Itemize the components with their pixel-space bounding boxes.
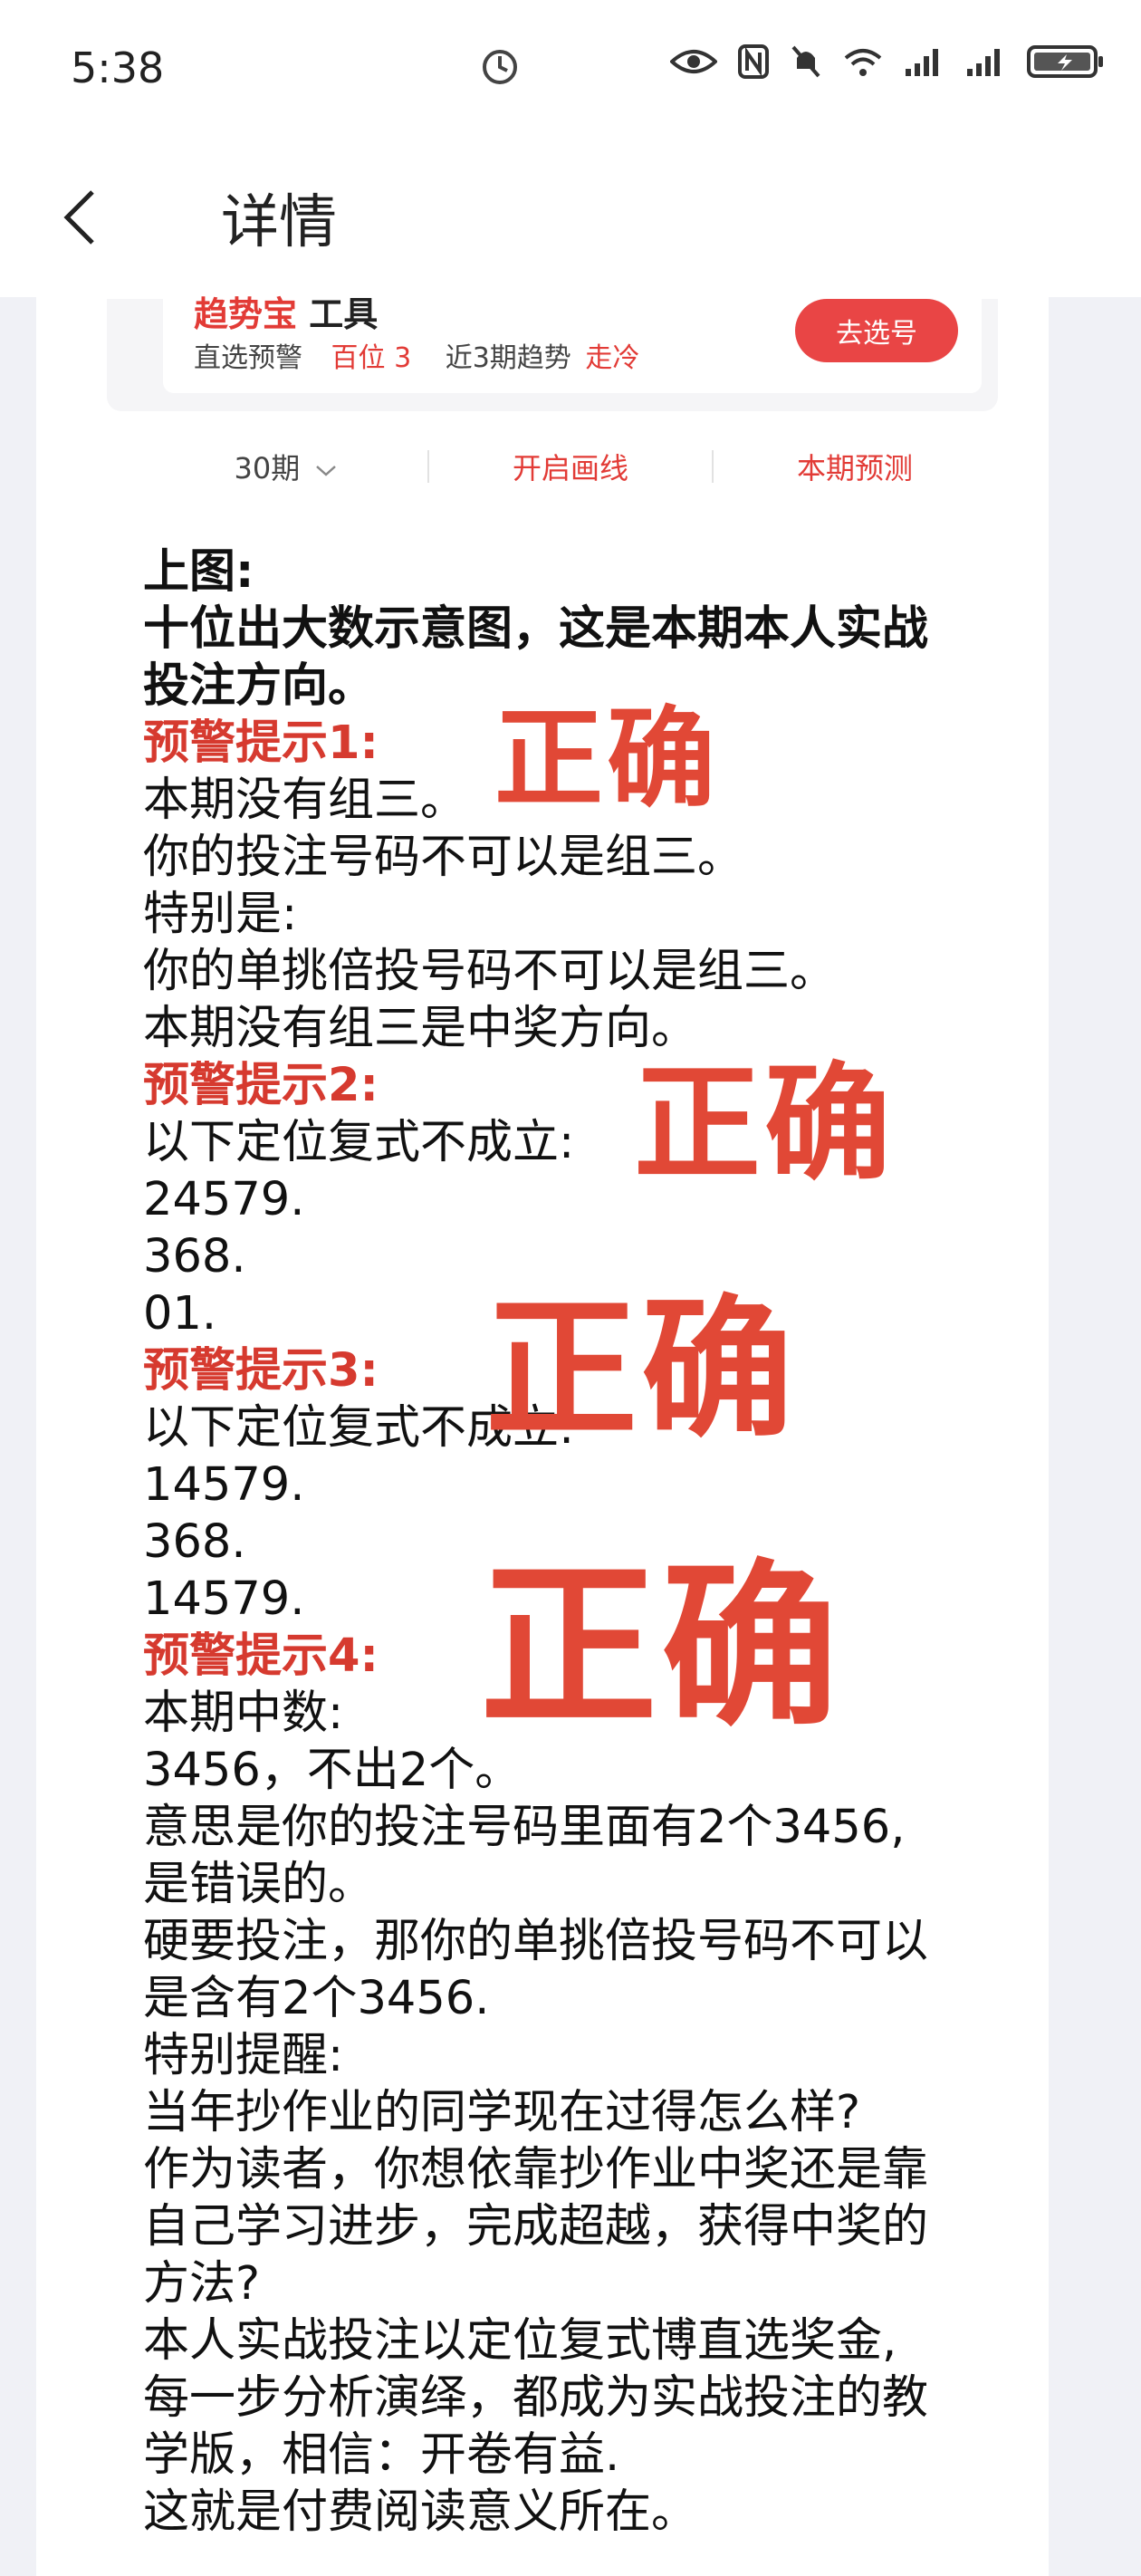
tab-bar: 30期 开启画线 本期预测 [145, 435, 996, 498]
tool-row-prefix: 直选预警 [194, 342, 302, 374]
signal-2-icon [967, 49, 1000, 76]
mute-bell-icon [791, 45, 820, 78]
select-number-button[interactable]: 去选号 [795, 299, 958, 362]
tool-card-row: 直选预警 百位 3 近3期趋势 走冷 [194, 335, 639, 375]
page-title: 详情 [221, 189, 337, 256]
tab-forecast[interactable]: 本期预测 [714, 446, 996, 487]
tool-title-brand: 趋势宝 [194, 294, 298, 334]
chevron-down-icon [316, 466, 337, 476]
tool-row-position: 百位 3 [331, 342, 412, 374]
article-line: 学版，相信：开卷有益. [143, 2428, 620, 2482]
correct-stamp-4: 正确 [480, 1544, 843, 1751]
article-line: 当年抄作业的同学现在过得怎么样? [143, 2086, 861, 2139]
article-line: 每一步分析演绎，都成为实战投注的教 [143, 2371, 929, 2425]
app-header: 详情 [0, 145, 1141, 299]
back-button[interactable] [43, 181, 116, 254]
data-saver-icon [483, 50, 517, 84]
right-gutter [1049, 297, 1141, 2576]
article-line: 自己学习进步，完成超越，获得中奖的 [143, 2200, 929, 2254]
article-line: 是错误的。 [143, 1858, 375, 1911]
status-icons [670, 43, 1105, 80]
battery-icon [1027, 45, 1103, 78]
wifi-icon [844, 49, 882, 76]
signal-1-icon [906, 49, 938, 76]
left-gutter [0, 297, 36, 2576]
tool-row-trend-label: 近3期趋势 [445, 342, 571, 374]
correct-stamp-2: 正确 [634, 1051, 896, 1198]
tab-period[interactable]: 30期 [145, 446, 427, 487]
tab-period-label: 30期 [234, 451, 301, 485]
article-line: 是含有2个3456. [143, 1972, 490, 2025]
article-line: 你的单挑倍投号码不可以是组三。 [143, 945, 837, 998]
article-line: 方法? [143, 2257, 261, 2311]
article-line: 特别提醒: [143, 2029, 344, 2082]
article-line: 这就是付费阅读意义所在。 [143, 2485, 698, 2539]
article-line: 十位出大数示意图，这是本期本人实战 [143, 602, 929, 656]
back-arrow-icon [63, 190, 94, 245]
tool-card-title: 趋势宝 工具 [194, 286, 378, 336]
correct-stamp-1: 正确 [494, 697, 719, 822]
article-line: 上图: [143, 545, 254, 599]
article-line: 作为读者，你想依靠抄作业中奖还是靠 [143, 2143, 929, 2196]
article-line: 意思是你的投注号码里面有2个3456, [143, 1801, 906, 1854]
tool-title-suffix: 工具 [297, 294, 379, 334]
eye-icon [670, 50, 717, 73]
status-bar: 5:38 [0, 0, 1141, 145]
tool-row-trend-value: 走冷 [585, 342, 640, 374]
article-line: 特别是: [143, 888, 298, 941]
article-line: 本人实战投注以定位复式博直选奖金, [143, 2314, 897, 2368]
article-line: 你的投注号码不可以是组三。 [143, 831, 744, 884]
status-time: 5:38 [71, 43, 165, 92]
nfc-icon [738, 44, 769, 79]
tab-draw-line[interactable]: 开启画线 [429, 446, 712, 487]
correct-stamp-3: 正确 [485, 1281, 797, 1458]
article-line: 硬要投注，那你的单挑倍投号码不可以 [143, 1915, 929, 1968]
